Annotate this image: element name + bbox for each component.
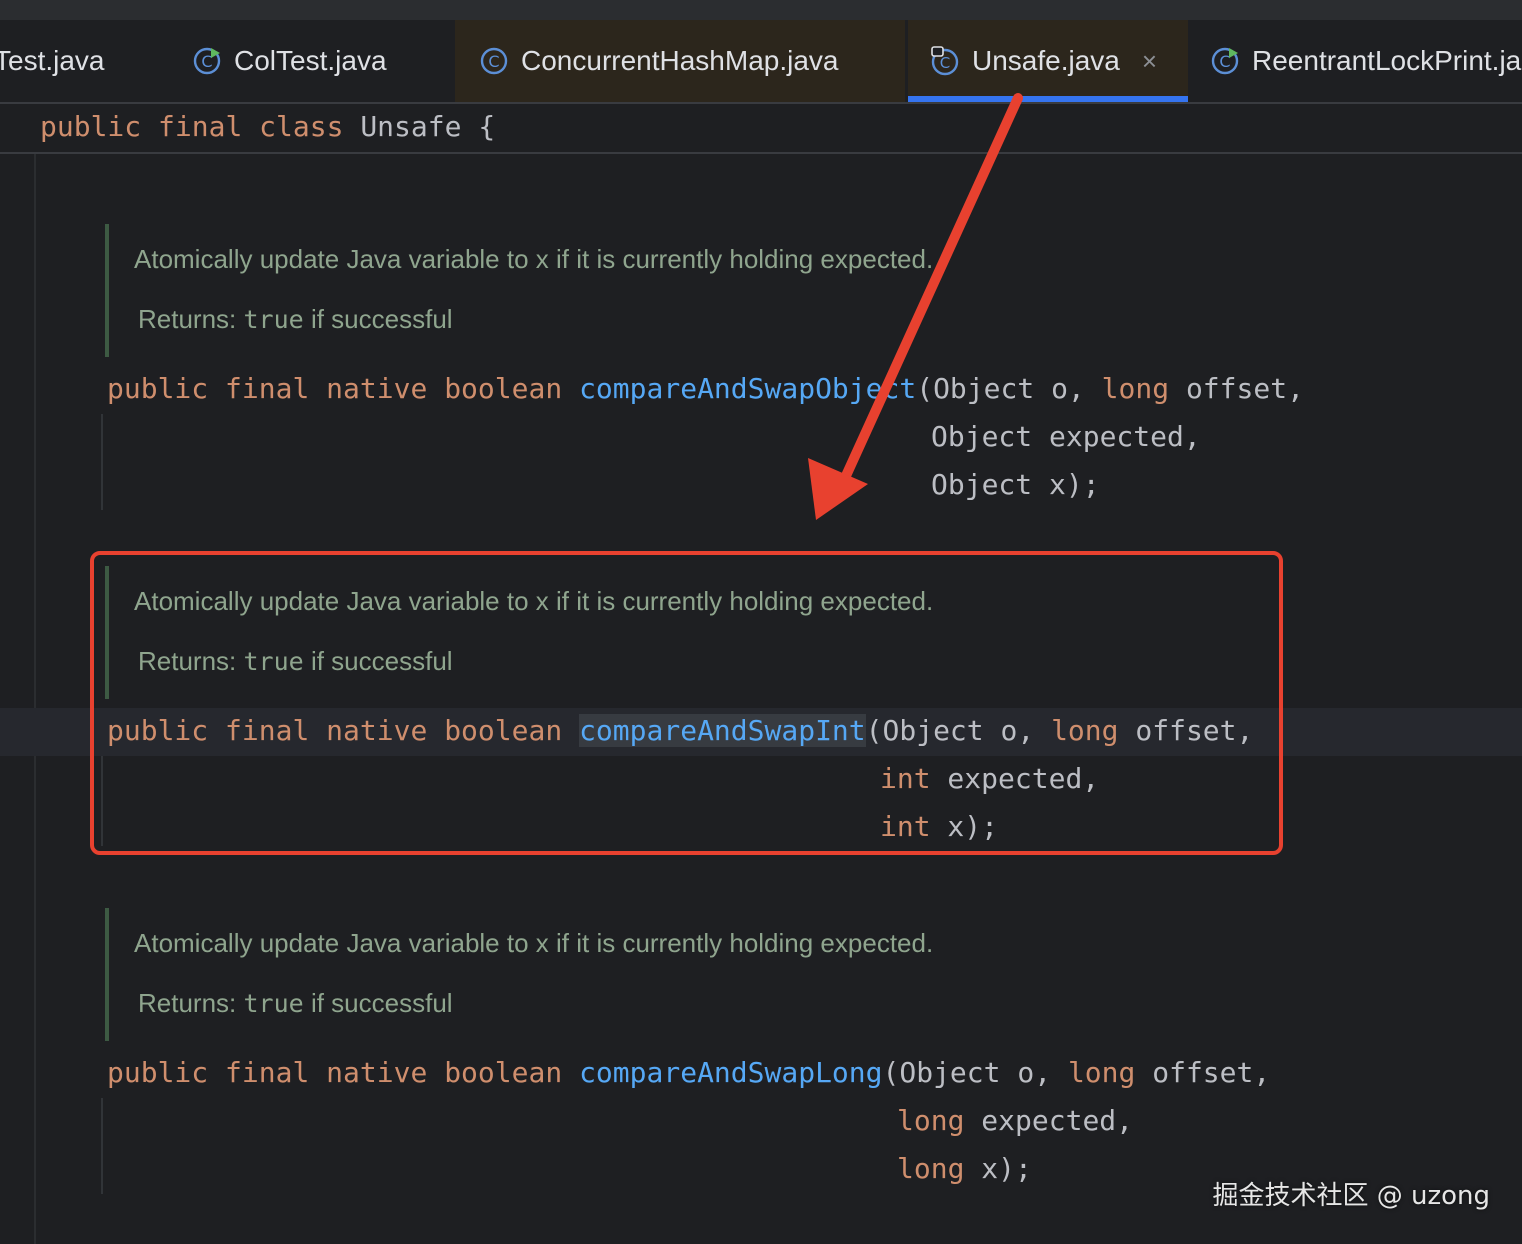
brace: { [478, 110, 496, 143]
method-signature-line[interactable]: public final native boolean compareAndSw… [107, 1056, 1270, 1089]
method-param-line[interactable]: Object x); [931, 468, 1100, 501]
doc-comment-bar [105, 224, 109, 357]
keyword: class [259, 110, 344, 143]
method-param-line[interactable]: Object expected, [931, 420, 1201, 453]
tab-coltest-java[interactable]: C ColTest.java [192, 20, 432, 102]
watermark: 掘金技术社区 @ uzong [1212, 1181, 1490, 1211]
run-class-icon: C [192, 46, 222, 76]
indent-guide [34, 154, 36, 1244]
tab-reentrantlockprint-java[interactable]: C ReentrantLockPrint.ja [1210, 20, 1522, 102]
arrow-head [808, 458, 868, 520]
class-name: Unsafe [360, 110, 462, 143]
run-class-icon: C [1210, 46, 1240, 76]
doc-comment-bar [105, 908, 109, 1041]
svg-text:C: C [1219, 52, 1230, 71]
class-declaration: public final class Unsafe { [40, 110, 495, 143]
method-param-line[interactable]: long x); [897, 1152, 1032, 1185]
svg-text:C: C [488, 52, 499, 71]
keyword: final [158, 110, 243, 143]
tab-label: ColTest.java [234, 45, 387, 76]
indent-guide [101, 1098, 103, 1194]
locked-class-icon: C [930, 46, 960, 76]
svg-text:C: C [201, 52, 212, 71]
close-icon[interactable]: × [1142, 46, 1157, 77]
doc-returns: Returns: true if successful [138, 988, 453, 1018]
method-param-line[interactable]: long expected, [897, 1104, 1133, 1137]
tab-concurrenthashmap-java[interactable]: C ConcurrentHashMap.java [455, 20, 905, 102]
doc-description: Atomically update Java variable to x if … [134, 244, 934, 274]
editor-tab-bar: Test.java C ColTest.java C ConcurrentHas… [0, 20, 1522, 104]
tab-label: ReentrantLockPrint.ja [1252, 45, 1522, 76]
doc-description: Atomically update Java variable to x if … [134, 928, 934, 958]
method-signature-line[interactable]: public final native boolean compareAndSw… [107, 372, 1304, 405]
class-icon: C [479, 46, 509, 76]
window-top-strip [0, 0, 1522, 20]
doc-returns: Returns: true if successful [138, 304, 453, 334]
tab-label: Test.java [0, 45, 105, 76]
tab-test-java[interactable]: Test.java [0, 20, 144, 102]
method-name[interactable]: compareAndSwapObject [579, 372, 916, 405]
tab-label: ConcurrentHashMap.java [521, 45, 839, 76]
sticky-class-header: public final class Unsafe { [0, 104, 1522, 154]
indent-guide [101, 414, 103, 510]
tab-label: Unsafe.java [972, 45, 1120, 76]
tab-unsafe-java[interactable]: C Unsafe.java × [908, 20, 1188, 102]
method-name[interactable]: compareAndSwapLong [579, 1056, 882, 1089]
keyword: public [40, 110, 142, 143]
highlight-box [90, 551, 1283, 855]
